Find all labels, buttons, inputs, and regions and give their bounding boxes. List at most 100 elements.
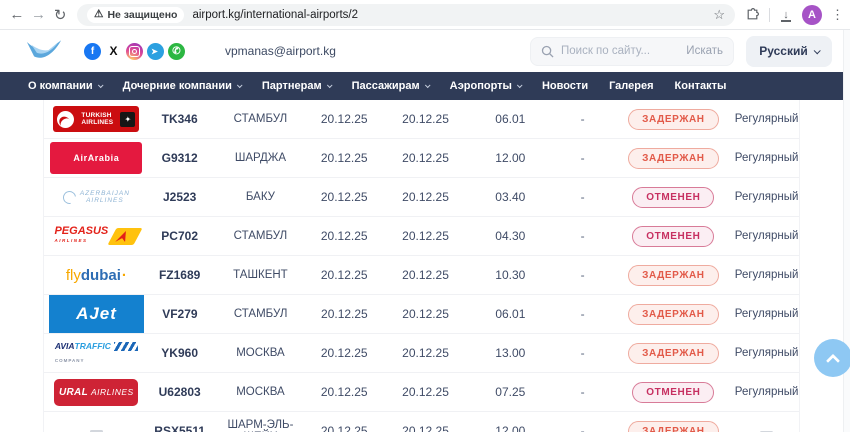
contact-email[interactable]: vpmanas@airport.kg — [225, 44, 336, 58]
status-cell: ЗАДЕРЖАН — [613, 148, 735, 169]
main-nav: О компании Дочерние компании Партнерам Пасс… — [0, 72, 850, 100]
chevron-down-icon — [425, 82, 431, 88]
airline-logo: AZERBAIJANAIRLINES — [63, 190, 130, 204]
flights-table: TURKISHAIRLINESTK346СТАМБУЛ20.12.2520.12… — [43, 100, 800, 432]
chevron-down-icon — [326, 82, 332, 88]
chevron-down-icon — [813, 47, 820, 54]
nav-item-label: О компании — [28, 80, 93, 92]
status-badge: ОТМЕНЕН — [632, 382, 714, 403]
airline-logo-cell: AVIATRAFFICCOMPANY — [49, 341, 144, 365]
nav-item-аэропорты[interactable]: Аэропорты — [450, 80, 521, 92]
airline-logo: TURKISHAIRLINES — [53, 106, 139, 132]
time-actual: - — [553, 229, 613, 243]
download-icon[interactable]: ↓ — [779, 8, 793, 22]
x-icon[interactable]: X — [105, 43, 122, 60]
table-row: AirArabiaG9312ШАРДЖА20.12.2520.12.2512.0… — [44, 139, 799, 178]
language-selector[interactable]: Русский — [746, 36, 832, 67]
status-cell: ОТМЕНЕН — [613, 187, 735, 208]
destination: СТАМБУЛ — [216, 308, 306, 320]
status-cell: ЗАДЕРЖАН — [613, 343, 735, 364]
flight-number: YK960 — [144, 346, 216, 360]
nav-item-label: Пассажирам — [352, 80, 420, 92]
bookmark-star-icon[interactable]: ☆ — [713, 7, 725, 23]
extensions-icon[interactable] — [745, 7, 760, 22]
time-planned: 13.00 — [468, 346, 553, 360]
nav-item-дочерние-компании[interactable]: Дочерние компании — [123, 80, 241, 92]
nav-item-пассажирам[interactable]: Пассажирам — [352, 80, 429, 92]
flights-table-body: TURKISHAIRLINESTK346СТАМБУЛ20.12.2520.12… — [44, 100, 799, 432]
reload-icon[interactable]: ↻ — [49, 3, 71, 27]
airline-logo: AJet — [49, 295, 144, 333]
search-submit-button[interactable]: Искать — [686, 45, 723, 57]
table-row: PEGASUSAIRLINESPC702СТАМБУЛ20.12.2520.12… — [44, 217, 799, 256]
time-planned: 04.30 — [468, 229, 553, 243]
nav-item-label: Новости — [542, 80, 588, 92]
time-actual: - — [553, 346, 613, 360]
scroll-to-top-button[interactable] — [814, 339, 850, 377]
chevron-down-icon — [517, 82, 523, 88]
airport-logo-icon[interactable] — [26, 39, 62, 63]
time-planned: 10.30 — [468, 268, 553, 282]
nav-item-о-компании[interactable]: О компании — [28, 80, 102, 92]
airline-logo: PEGASUSAIRLINES — [54, 226, 138, 246]
date-actual: 20.12.25 — [383, 307, 468, 321]
whatsapp-icon[interactable]: ✆ — [168, 43, 185, 60]
flight-type: Регулярный — [734, 230, 799, 242]
search-input[interactable] — [561, 45, 686, 57]
chevron-up-icon — [826, 354, 840, 368]
browser-menu-icon[interactable]: ⋮ — [831, 7, 844, 23]
flight-type: Регулярный — [734, 113, 799, 125]
flight-type: Регулярный — [734, 191, 799, 203]
time-actual: - — [553, 307, 613, 321]
back-icon[interactable]: ← — [6, 3, 28, 27]
flight-type — [734, 425, 799, 432]
airline-logo: URALAIRLINES — [54, 379, 138, 406]
airline-logo-text: AVIATRAFFIC — [55, 341, 138, 351]
status-badge: ЗАДЕРЖАН — [628, 109, 718, 130]
instagram-icon[interactable] — [126, 43, 143, 60]
status-badge: ЗАДЕРЖАН — [628, 304, 718, 325]
facebook-icon[interactable]: f — [84, 43, 101, 60]
date-actual: 20.12.25 — [383, 229, 468, 243]
security-chip[interactable]: ⚠ Не защищено — [87, 7, 184, 23]
time-planned: 12.00 — [468, 151, 553, 165]
flight-number: TK346 — [144, 112, 216, 126]
nav-item-контакты[interactable]: Контакты — [675, 80, 727, 92]
url-bar[interactable]: ⚠ Не защищено airport.kg/international-a… — [77, 4, 735, 26]
flight-number: FZ1689 — [144, 268, 216, 282]
time-actual: - — [553, 190, 613, 204]
forward-icon[interactable]: → — [28, 3, 50, 27]
airline-logo-text: TRAFFIC — [75, 341, 111, 351]
table-row: URALAIRLINESU62803МОСКВА20.12.2520.12.25… — [44, 373, 799, 412]
airline-logo-cell: flydubai — [49, 267, 144, 284]
nav-item-label: Аэропорты — [450, 80, 512, 92]
date-planned: 20.12.25 — [305, 112, 383, 126]
flight-type: Регулярный — [734, 269, 799, 281]
nav-item-партнерам[interactable]: Партнерам — [262, 80, 331, 92]
airline-logo: AirArabia — [50, 142, 142, 174]
airline-logo-cell: AirArabia — [49, 142, 144, 174]
nav-item-новости[interactable]: Новости — [542, 80, 588, 92]
airline-logo-cell: TURKISHAIRLINES — [49, 106, 144, 132]
telegram-icon[interactable]: ➤ — [147, 43, 164, 60]
table-row: AJetVF279СТАМБУЛ20.12.2520.12.2506.01-ЗА… — [44, 295, 799, 334]
table-row: TURKISHAIRLINESTK346СТАМБУЛ20.12.2520.12… — [44, 100, 799, 139]
social-links: f X ➤ ✆ — [84, 43, 185, 60]
chevron-down-icon — [98, 82, 104, 88]
date-actual: 20.12.25 — [383, 112, 468, 126]
flight-type: Регулярный — [734, 152, 799, 164]
nav-item-галерея[interactable]: Галерея — [609, 80, 653, 92]
chevron-down-icon — [237, 82, 243, 88]
profile-avatar[interactable]: A — [802, 5, 822, 25]
table-row: RSX5511ШАРМ-ЭЛЬ-ШЕЙХ20.12.2520.12.2512.0… — [44, 412, 799, 432]
date-planned: 20.12.25 — [305, 424, 383, 432]
site-header: f X ➤ ✆ vpmanas@airport.kg Искать Русски… — [0, 30, 850, 72]
turkish-airlines-bird-icon — [57, 111, 74, 128]
airline-logo-text: URAL — [59, 387, 88, 398]
time-actual: - — [553, 151, 613, 165]
date-actual: 20.12.25 — [383, 424, 468, 432]
time-actual: - — [553, 385, 613, 399]
status-cell: ЗАДЕРЖАН — [613, 109, 735, 130]
airline-logo-subtext: AIRLINES — [54, 236, 108, 246]
nav-item-label: Партнерам — [262, 80, 322, 92]
